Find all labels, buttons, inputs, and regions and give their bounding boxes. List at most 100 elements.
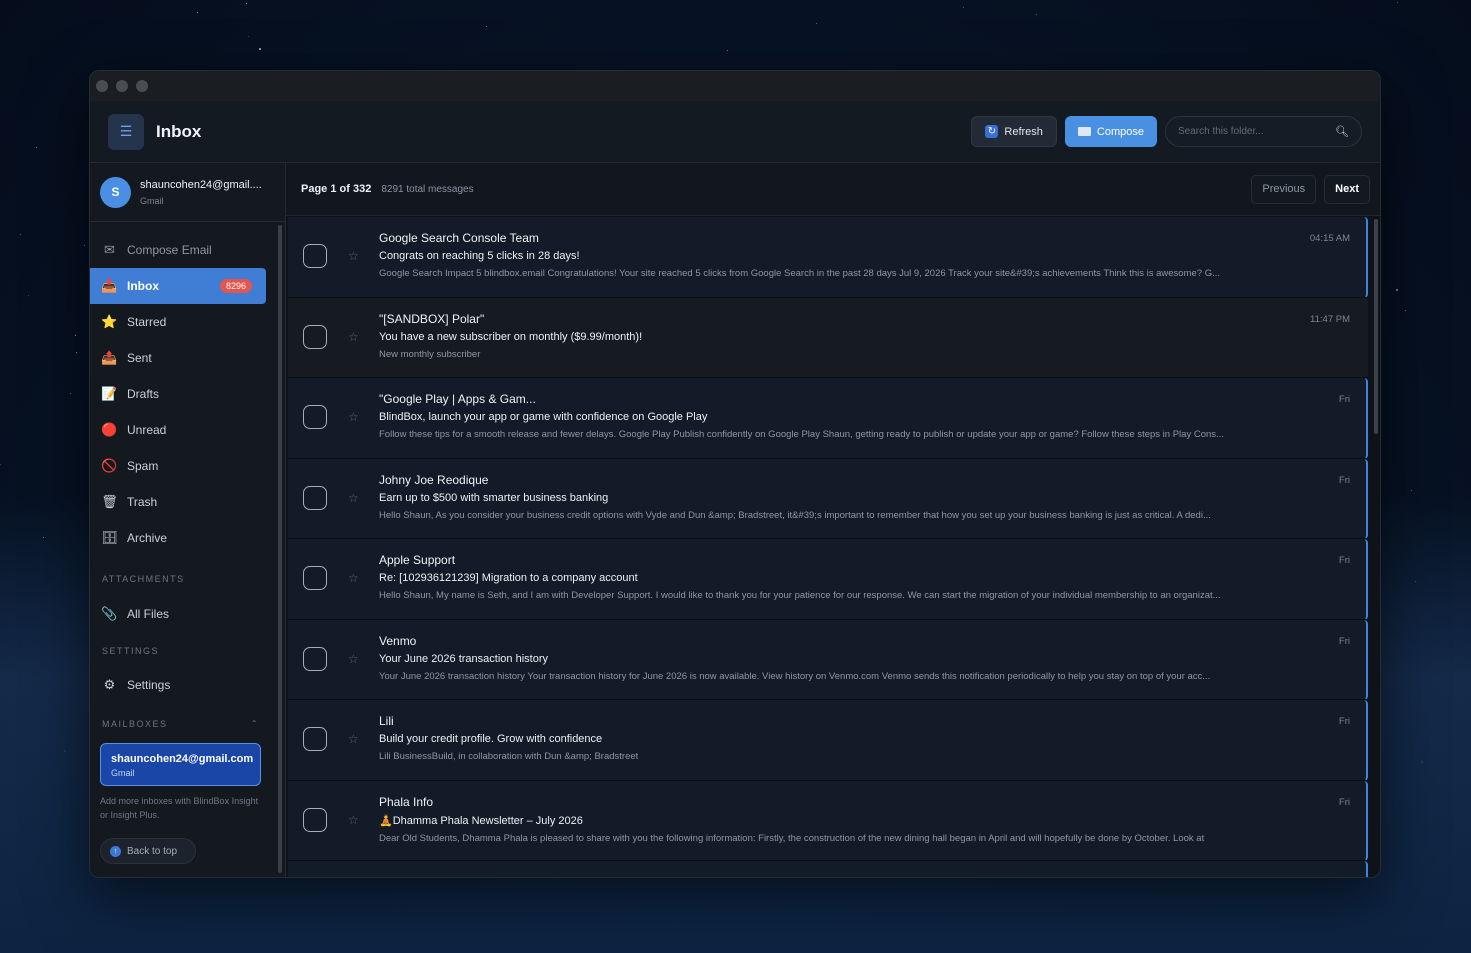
envelope-icon xyxy=(1077,127,1091,136)
star-dot xyxy=(962,7,964,9)
sidebar-item-label: Compose Email xyxy=(127,243,212,257)
star-outline-icon[interactable]: ☆ xyxy=(348,410,359,424)
star-dot xyxy=(28,295,30,297)
message-preview: New monthly subscriber xyxy=(379,348,481,360)
sidebar-item-starred[interactable]: ⭐ Starred xyxy=(90,304,266,340)
back-to-top-button[interactable]: ↑ Back to top xyxy=(100,838,196,864)
minimize-window-button[interactable] xyxy=(116,80,128,92)
star-outline-icon[interactable]: ☆ xyxy=(348,571,359,585)
select-checkbox[interactable] xyxy=(303,646,327,671)
select-checkbox[interactable] xyxy=(303,485,327,510)
select-checkbox[interactable] xyxy=(303,244,327,268)
settings-section-label: SETTINGS xyxy=(102,646,160,656)
search-icon[interactable]: 🔍︎ xyxy=(1335,125,1349,138)
refresh-button[interactable]: ↻ Refresh xyxy=(971,116,1057,147)
message-row[interactable]: ☆ Venmo Fri Your June 2026 transaction hist… xyxy=(288,619,1368,700)
sidebar-item-trash[interactable]: 🗑 Trash xyxy=(90,484,266,520)
sidebar-scrollbar[interactable] xyxy=(278,225,282,873)
select-checkbox[interactable] xyxy=(303,405,327,429)
select-checkbox[interactable] xyxy=(303,807,327,832)
message-subject: Congrats on reaching 5 clicks in 28 days… xyxy=(379,250,580,262)
mailbox-type: Gmail xyxy=(111,768,135,778)
hamburger-menu-icon: ☰ xyxy=(119,123,133,139)
message-row[interactable]: ☆ Lili Fri Build your credit profile. Grow … xyxy=(288,700,1368,781)
star-dot xyxy=(1396,289,1399,292)
star-outline-icon[interactable]: ☆ xyxy=(348,652,359,666)
message-sender: Venmo xyxy=(379,633,417,648)
message-time: Fri xyxy=(1338,796,1350,808)
envelope-icon: ✉ xyxy=(104,242,115,257)
star-dot xyxy=(83,244,85,246)
account-header[interactable]: S shauncohen24@gmail.... Gmail xyxy=(90,163,285,222)
next-page-button[interactable]: Next xyxy=(1324,174,1370,204)
message-preview: Dear Old Students, Dhamma Phala is pleas… xyxy=(379,832,1205,844)
star-dot xyxy=(1411,490,1413,492)
star-outline-icon[interactable]: ☆ xyxy=(348,732,359,746)
star-dot xyxy=(35,147,37,149)
star-outline-icon[interactable]: ☆ xyxy=(348,491,359,505)
account-type: Gmail xyxy=(140,195,164,206)
avatar: S xyxy=(100,176,131,208)
total-messages: 8291 total messages xyxy=(381,183,474,195)
message-sender: "[SANDBOX] Polar" xyxy=(379,311,485,326)
message-row[interactable]: ☆ Google Search Console Team 04:15 AM Congr… xyxy=(288,217,1368,298)
message-time: 04:15 AM xyxy=(1309,233,1350,244)
select-checkbox[interactable] xyxy=(303,324,327,349)
message-preview: Your June 2026 transaction history Your … xyxy=(379,670,1211,682)
title-bar xyxy=(90,71,1380,101)
star-dot xyxy=(245,2,247,4)
sidebar-item-label: All Files xyxy=(127,607,170,621)
star-dot xyxy=(0,464,2,466)
message-sender: Johny Joe Reodique xyxy=(379,472,489,487)
sidebar-item-archive[interactable]: 🗄 Archive xyxy=(90,520,266,556)
select-checkbox[interactable] xyxy=(303,727,327,751)
mailboxes-section-header[interactable]: MAILBOXES ⌃ xyxy=(90,719,285,733)
sidebar-item-label: Unread xyxy=(127,423,167,437)
app-window: ☰ Inbox ↻ Refresh Compose 🔍︎ S shau xyxy=(89,70,1381,878)
file-cabinet-icon: 🗄 xyxy=(101,530,118,545)
sidebar-toggle-button[interactable]: ☰ xyxy=(108,113,144,150)
previous-page-button[interactable]: Previous xyxy=(1251,174,1317,204)
chevron-up-icon: ⌃ xyxy=(250,719,259,728)
sidebar-item-spam[interactable]: 🚫 Spam xyxy=(90,448,266,484)
account-email: shauncohen24@gmail.... xyxy=(140,178,262,191)
star-dot xyxy=(815,22,817,24)
star-dot xyxy=(19,233,21,235)
mailbox-card[interactable]: shauncohen24@gmail.com Gmail xyxy=(100,743,261,786)
message-row[interactable]: ☆ Phala Info Fri 🧘Dhamma Phala Newsletter –… xyxy=(288,780,1368,861)
message-list-scrollbar[interactable] xyxy=(1374,219,1378,434)
sidebar-item-inbox[interactable]: 📥 Inbox 8296 xyxy=(90,268,266,304)
sidebar-item-drafts[interactable]: 📝 Drafts xyxy=(90,376,266,412)
message-list: ☆ Google Search Console Team 04:15 AM Congr… xyxy=(286,217,1368,877)
star-dot xyxy=(486,26,488,28)
star-outline-icon[interactable]: ☆ xyxy=(348,330,359,344)
message-sender: Phala Info xyxy=(379,794,434,809)
message-time: Fri xyxy=(1338,555,1350,566)
message-preview: Follow these tips for a smooth release a… xyxy=(379,429,1224,440)
search-input[interactable] xyxy=(1178,126,1336,137)
message-row[interactable]: ☆ Apple Support Fri Re: [102936121239] Migr… xyxy=(288,539,1368,620)
compose-button[interactable]: Compose xyxy=(1064,116,1157,147)
sidebar-item-all-files[interactable]: 📎 All Files xyxy=(90,596,266,632)
sidebar-item-label: Starred xyxy=(127,315,167,329)
message-row[interactable]: ☆BlackbirdThu xyxy=(288,861,1368,877)
message-row[interactable]: ☆ "Google Play | Apps & Gam... Fri BlindBox… xyxy=(288,378,1368,459)
star-outline-icon[interactable]: ☆ xyxy=(348,813,359,827)
message-row[interactable]: ☆ Johny Joe Reodique Fri Earn up to $500 wi… xyxy=(288,458,1368,539)
star-dot xyxy=(259,47,262,50)
sidebar-item-label: Spam xyxy=(127,459,159,473)
sidebar-item-label: Settings xyxy=(127,678,171,692)
close-window-button[interactable] xyxy=(96,80,108,92)
star-outline-icon[interactable]: ☆ xyxy=(348,249,359,263)
sidebar-item-settings[interactable]: ⚙ Settings xyxy=(90,667,266,703)
select-checkbox[interactable] xyxy=(303,566,327,590)
sidebar-item-compose-email[interactable]: ✉ Compose Email xyxy=(90,232,266,268)
message-preview: Hello Shaun, As you consider your busine… xyxy=(379,509,1211,521)
message-subject: BlindBox, launch your app or game with c… xyxy=(379,411,708,423)
back-to-top-label: Back to top xyxy=(127,845,178,857)
message-row[interactable]: ☆ "[SANDBOX] Polar" 11:47 PM You have a new… xyxy=(288,297,1368,378)
sidebar-item-sent[interactable]: 📤 Sent xyxy=(90,340,266,376)
maximize-window-button[interactable] xyxy=(136,80,148,92)
sidebar-item-unread[interactable]: 🔴 Unread xyxy=(90,412,266,448)
refresh-label: Refresh xyxy=(1004,125,1043,138)
